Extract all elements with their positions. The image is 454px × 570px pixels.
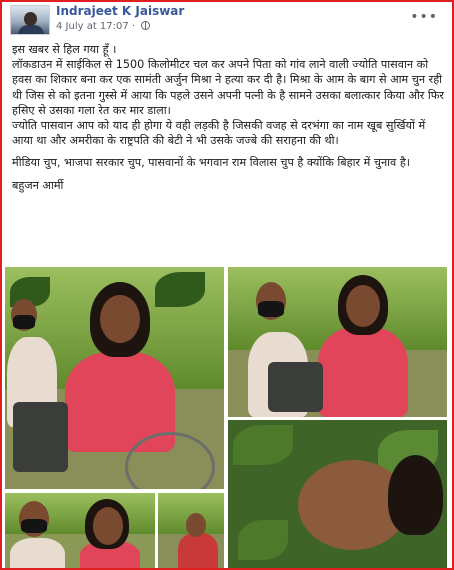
- timestamp-text[interactable]: 4 July at 17:07 ·: [56, 21, 135, 32]
- photo-1[interactable]: [5, 267, 224, 489]
- photo-5[interactable]: [158, 493, 224, 568]
- globe-icon: [141, 21, 151, 30]
- avatar[interactable]: [10, 5, 50, 35]
- post-body: इस खबर से हिल गया हूँ । लॉकडाउन में साईक…: [12, 42, 444, 200]
- post-card: Indrajeet K Jaiswar 4 July at 17:07 · ••…: [0, 0, 454, 570]
- author-name[interactable]: Indrajeet K Jaiswar: [56, 4, 184, 18]
- post-signature: बहुजन आर्मी: [12, 178, 64, 192]
- post-timestamp[interactable]: 4 July at 17:07 ·: [56, 21, 151, 32]
- post-paragraph-media: मीडिया चुप, भाजपा सरकार चुप, पासवानों के…: [12, 156, 411, 170]
- more-options-icon[interactable]: •••: [410, 9, 438, 25]
- photo-3[interactable]: [228, 420, 447, 568]
- post-header: Indrajeet K Jaiswar 4 July at 17:07 · ••…: [10, 4, 444, 37]
- post-paragraph-main: इस खबर से हिल गया हूँ । लॉकडाउन में साईक…: [12, 43, 444, 148]
- photo-4[interactable]: [5, 493, 155, 568]
- photo-2[interactable]: [228, 267, 447, 417]
